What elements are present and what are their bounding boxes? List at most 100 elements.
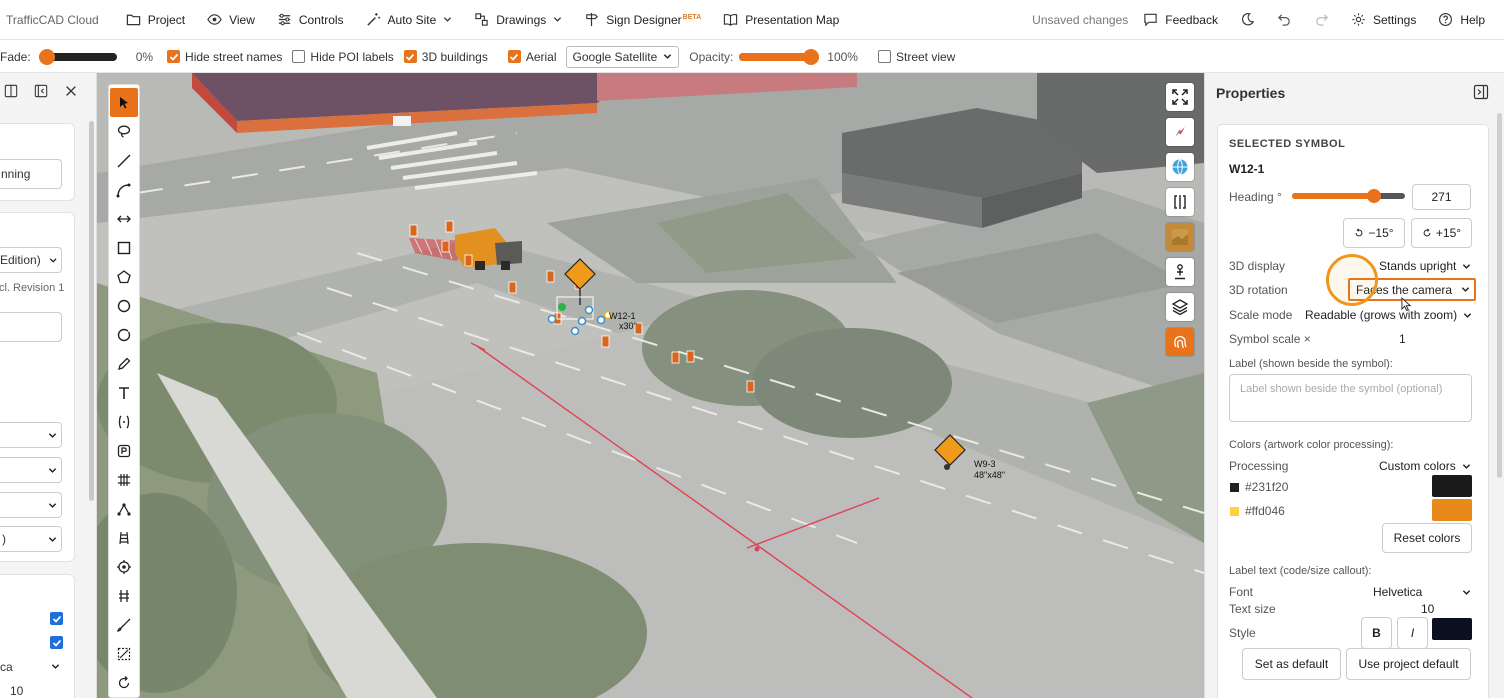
text-size-value[interactable]: 10 <box>1421 602 1434 616</box>
left-select-2[interactable] <box>0 457 62 483</box>
scale-mode-label: Scale mode <box>1229 308 1293 322</box>
layers-button[interactable] <box>1166 293 1194 321</box>
checkbox-box[interactable] <box>292 50 306 63</box>
checkbox-box[interactable] <box>167 50 181 63</box>
tool-text[interactable] <box>110 378 138 407</box>
tool-variable[interactable] <box>110 407 138 436</box>
compass-button[interactable] <box>1166 118 1194 146</box>
menu-help[interactable]: Help <box>1427 0 1504 40</box>
globe-button[interactable] <box>1166 153 1194 181</box>
left-edition-select[interactable]: Edition) <box>0 247 62 273</box>
hide-poi-labels-checkbox[interactable]: Hide POI labels <box>292 50 394 64</box>
undo-button[interactable] <box>1266 0 1303 40</box>
redo-button[interactable] <box>1303 0 1340 40</box>
symbol-scale-value[interactable]: 1 <box>1399 332 1406 346</box>
fingerprint-icon <box>1174 335 1187 349</box>
aerial-checkbox[interactable]: Aerial <box>507 50 557 64</box>
buildings-3d-label: 3D buildings <box>421 49 488 64</box>
rotate-plus-button[interactable]: +15° <box>1411 218 1472 248</box>
left-select-4[interactable]: ) <box>0 526 62 552</box>
menu-sign-designer[interactable]: Sign DesignerBETA <box>573 0 712 40</box>
set-default-button[interactable]: Set as default <box>1242 648 1341 680</box>
heading-slider[interactable] <box>1292 189 1405 203</box>
tool-nodes[interactable] <box>110 494 138 523</box>
color1-swatch[interactable] <box>1432 475 1472 497</box>
tool-brush[interactable] <box>110 610 138 639</box>
checkbox-box[interactable] <box>403 50 417 63</box>
opacity-slider[interactable] <box>739 48 820 65</box>
menu-view[interactable]: View <box>196 0 266 40</box>
tool-measure[interactable] <box>110 204 138 233</box>
heading-input[interactable]: 271 <box>1412 184 1471 210</box>
collapse-panel-icon[interactable] <box>1473 84 1489 100</box>
tool-rotate[interactable] <box>110 668 138 697</box>
opacity-slider-thumb[interactable] <box>803 48 820 65</box>
chevron-down-icon[interactable] <box>51 662 60 671</box>
left-checkbox-1[interactable] <box>50 612 63 625</box>
menu-drawings[interactable]: Drawings <box>463 0 573 40</box>
aerial-scene[interactable] <box>97 73 1204 698</box>
left-select-1[interactable] <box>0 422 62 448</box>
menu-auto-site[interactable]: Auto Site <box>355 0 464 40</box>
tool-pencil[interactable] <box>110 349 138 378</box>
tool-ladder[interactable] <box>110 523 138 552</box>
tool-line[interactable] <box>110 146 138 175</box>
tool-lasso[interactable] <box>110 117 138 146</box>
tool-curve[interactable] <box>110 175 138 204</box>
checkbox-box[interactable] <box>507 50 521 63</box>
scale-mode-select[interactable]: Readable (grows with zoom) <box>1305 308 1472 322</box>
italic-button[interactable]: I <box>1397 617 1428 649</box>
checkbox-box[interactable] <box>877 50 891 63</box>
fade-slider[interactable] <box>38 48 117 65</box>
menu-feedback[interactable]: Feedback <box>1132 0 1229 40</box>
properties-scrollbar[interactable] <box>1497 113 1502 478</box>
display-3d-select[interactable]: Stands upright <box>1379 259 1471 273</box>
annotations-toggle-button[interactable] <box>1166 328 1194 356</box>
menu-controls[interactable]: Controls <box>266 0 355 40</box>
fade-slider-thumb[interactable] <box>38 48 55 65</box>
menu-presentation-map[interactable]: Presentation Map <box>712 0 850 40</box>
style-color-swatch[interactable] <box>1432 618 1472 640</box>
tool-target[interactable] <box>110 552 138 581</box>
menu-settings-label: Settings <box>1372 12 1417 27</box>
tool-area-select[interactable] <box>110 639 138 668</box>
tool-grid[interactable] <box>110 465 138 494</box>
tool-circle[interactable] <box>110 291 138 320</box>
bold-button[interactable]: B <box>1361 617 1392 649</box>
tool-select[interactable] <box>110 88 138 117</box>
tool-crossing[interactable] <box>110 581 138 610</box>
tool-polygon[interactable] <box>110 262 138 291</box>
collapse-left-icon[interactable] <box>34 84 48 98</box>
fullscreen-button[interactable] <box>1166 83 1194 111</box>
reset-colors-button[interactable]: Reset colors <box>1382 523 1472 553</box>
font-select[interactable]: Helvetica <box>1373 585 1471 599</box>
close-icon[interactable] <box>64 84 78 98</box>
tool-sign[interactable] <box>110 436 138 465</box>
panel-split-icon[interactable] <box>4 84 18 98</box>
heading-slider-thumb[interactable] <box>1366 189 1381 203</box>
buildings-3d-checkbox[interactable]: 3D buildings <box>403 49 488 64</box>
left-checkbox-2[interactable] <box>50 636 63 649</box>
street-view-checkbox[interactable]: Street view <box>877 50 955 64</box>
use-project-default-button[interactable]: Use project default <box>1346 648 1471 680</box>
menu-settings[interactable]: Settings <box>1340 0 1427 40</box>
dark-mode-toggle[interactable] <box>1229 0 1266 40</box>
pegman-button[interactable] <box>1166 258 1194 286</box>
processing-select[interactable]: Custom colors <box>1379 459 1471 473</box>
menu-project[interactable]: Project <box>115 0 196 40</box>
rotate-minus-button[interactable]: −15° <box>1343 218 1405 248</box>
left-field-running[interactable]: nning <box>0 159 62 189</box>
label-textarea[interactable]: Label shown beside the symbol (optional) <box>1229 374 1472 422</box>
tool-rectangle[interactable] <box>110 233 138 262</box>
tool-ellipse[interactable] <box>110 320 138 349</box>
color2-swatch[interactable] <box>1432 499 1472 521</box>
left-panel-scrollbar[interactable] <box>89 121 94 501</box>
left-select-3[interactable] <box>0 492 62 518</box>
brackets-icon <box>118 415 130 428</box>
imagery-source-select[interactable]: Google Satellite <box>565 45 680 68</box>
hide-street-names-checkbox[interactable]: Hide street names <box>167 50 282 64</box>
left-empty-field[interactable] <box>0 312 62 342</box>
split-view-button[interactable] <box>1166 188 1194 216</box>
map-viewport[interactable]: W12-1 x30" W9-3 48"x48" <box>97 73 1204 698</box>
basemap-thumbnail-button[interactable] <box>1166 223 1194 251</box>
